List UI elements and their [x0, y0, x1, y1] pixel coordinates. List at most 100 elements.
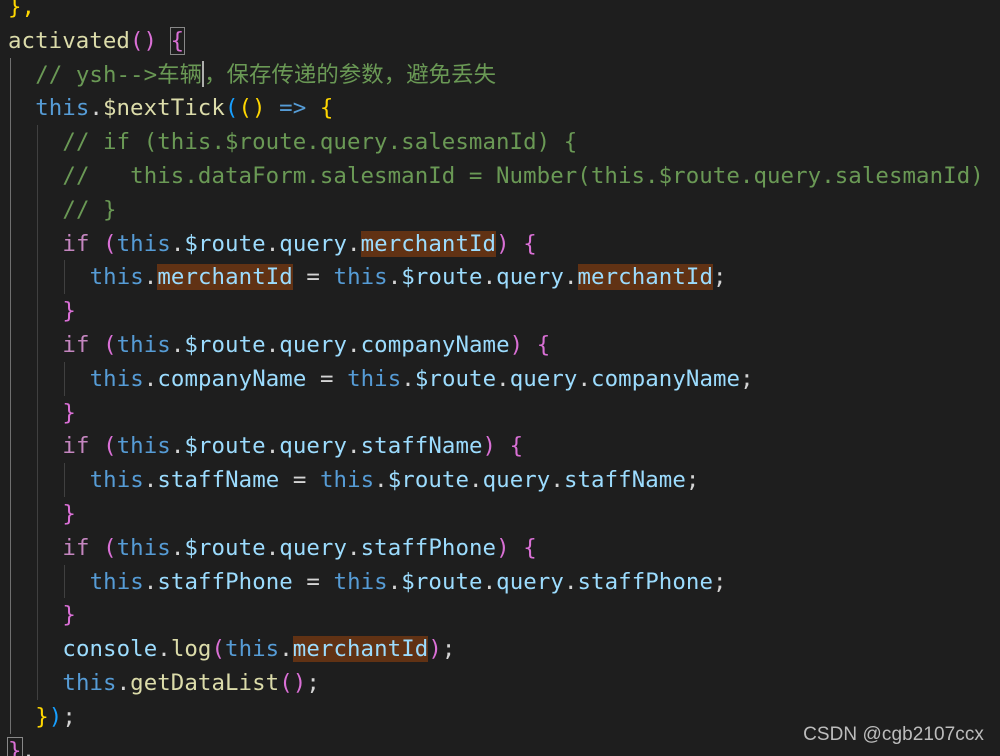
code-token: this: [35, 95, 90, 122]
code-token: ,: [21, 737, 36, 756]
code-token: .: [347, 332, 361, 358]
indent-guide: [64, 361, 66, 396]
code-token: .: [387, 264, 402, 291]
code-token: this: [89, 568, 144, 595]
code-token: $route: [414, 365, 497, 392]
indent-guide: [64, 260, 66, 295]
code-token: .: [116, 670, 131, 696]
code-token: (): [279, 670, 307, 696]
code-token: .: [265, 534, 280, 561]
code-token: .: [265, 433, 280, 460]
code-token: activated: [8, 27, 130, 54]
code-token: $route: [184, 534, 266, 561]
code-line[interactable]: if (this.$route.query.companyName) {: [62, 328, 550, 362]
code-token: // if (this.$route.query.salesmanId) {: [62, 129, 578, 156]
code-token: },: [8, 0, 36, 20]
code-token: {: [509, 433, 524, 460]
code-token: ): [496, 534, 510, 561]
code-token: ): [482, 433, 497, 460]
code-line[interactable]: }: [62, 598, 76, 632]
code-token: .: [347, 230, 361, 257]
code-line[interactable]: this.staffName = this.$route.query.staff…: [90, 463, 700, 497]
code-token: }: [62, 399, 76, 426]
code-token: {: [523, 534, 537, 561]
code-line[interactable]: },: [8, 0, 35, 24]
code-editor[interactable]: }, activated() {// ysh-->车辆，保存传递的参数，避免丢失 t…: [0, 0, 1000, 756]
code-line[interactable]: }: [62, 497, 76, 531]
code-line[interactable]: });: [35, 700, 76, 734]
code-token: companyName: [360, 332, 510, 358]
code-token: this: [89, 264, 144, 291]
code-token: .: [170, 433, 185, 460]
code-token: .: [265, 230, 280, 257]
code-token: (: [103, 230, 117, 257]
code-token: ;: [441, 636, 456, 663]
code-token: }: [62, 298, 76, 325]
code-token: {: [319, 95, 334, 122]
code-line[interactable]: // }: [62, 193, 116, 227]
code-token: .: [143, 264, 158, 291]
code-token: staffName: [360, 433, 483, 460]
code-line[interactable]: activated() {: [8, 24, 186, 58]
watermark: CSDN @cgb2107ccx: [803, 724, 984, 745]
code-line[interactable]: // this.dataForm.salesmanId = Number(thi…: [62, 159, 983, 193]
code-token: // this.dataForm.salesmanId = Number(thi…: [62, 163, 984, 189]
code-token: }: [62, 602, 76, 629]
code-token: this: [333, 568, 388, 595]
code-line[interactable]: this.companyName = this.$route.query.com…: [90, 362, 754, 396]
code-line[interactable]: console.log(this.merchantId);: [62, 632, 455, 666]
code-token: (: [224, 95, 239, 122]
code-token: .: [563, 264, 578, 291]
code-token: log: [170, 636, 212, 663]
code-token: this: [89, 467, 144, 494]
code-token: (: [211, 636, 226, 663]
code-token: .: [170, 534, 185, 561]
code-token: ，保存传递的参数，避免丢失: [204, 61, 497, 88]
code-token: this: [225, 636, 280, 663]
indent-guide: [64, 564, 66, 599]
code-token: .: [374, 467, 388, 494]
code-line[interactable]: if (this.$route.query.staffName) {: [62, 429, 523, 463]
code-token: if: [62, 230, 90, 257]
code-token: =: [279, 467, 320, 494]
code-token: ;: [713, 264, 727, 291]
code-token: ;: [62, 703, 76, 730]
code-token: .: [170, 332, 185, 358]
code-token: .: [577, 365, 592, 392]
code-token: .: [550, 467, 564, 494]
code-line[interactable]: // if (this.$route.query.salesmanId) {: [62, 125, 577, 159]
code-token: query: [279, 433, 348, 460]
code-line[interactable]: this.$nextTick(() => {: [35, 91, 333, 125]
code-token: query: [482, 467, 551, 494]
code-token: (): [129, 27, 158, 54]
code-token: $route: [401, 568, 483, 595]
code-token: {: [169, 26, 186, 55]
code-line[interactable]: this.merchantId = this.$route.query.merc…: [90, 260, 727, 294]
code-token: this: [116, 230, 171, 257]
code-token: =: [292, 568, 334, 595]
code-line[interactable]: },: [7, 734, 36, 756]
code-token: {: [523, 230, 537, 257]
code-token: $route: [387, 467, 470, 494]
code-line[interactable]: this.staffPhone = this.$route.query.staf…: [90, 565, 727, 599]
code-line[interactable]: this.getDataList();: [62, 666, 320, 700]
code-token: }: [62, 501, 76, 527]
highlighted-token: merchantId: [292, 636, 429, 663]
code-line[interactable]: // ysh-->车辆，保存传递的参数，避免丢失: [35, 58, 496, 92]
code-token: .: [143, 568, 158, 595]
code-line[interactable]: }: [62, 396, 76, 430]
code-token: staffPhone: [157, 568, 293, 595]
code-token: // ysh-->车辆: [35, 61, 203, 88]
code-token: .: [563, 568, 578, 595]
highlighted-token: merchantId: [360, 230, 497, 257]
code-token: .: [482, 568, 497, 595]
code-line[interactable]: }: [62, 294, 76, 328]
code-token: $route: [184, 332, 266, 358]
code-token: ;: [685, 467, 700, 494]
code-line[interactable]: if (this.$route.query.staffPhone) {: [62, 531, 536, 565]
code-line[interactable]: if (this.$route.query.merchantId) {: [62, 227, 537, 261]
